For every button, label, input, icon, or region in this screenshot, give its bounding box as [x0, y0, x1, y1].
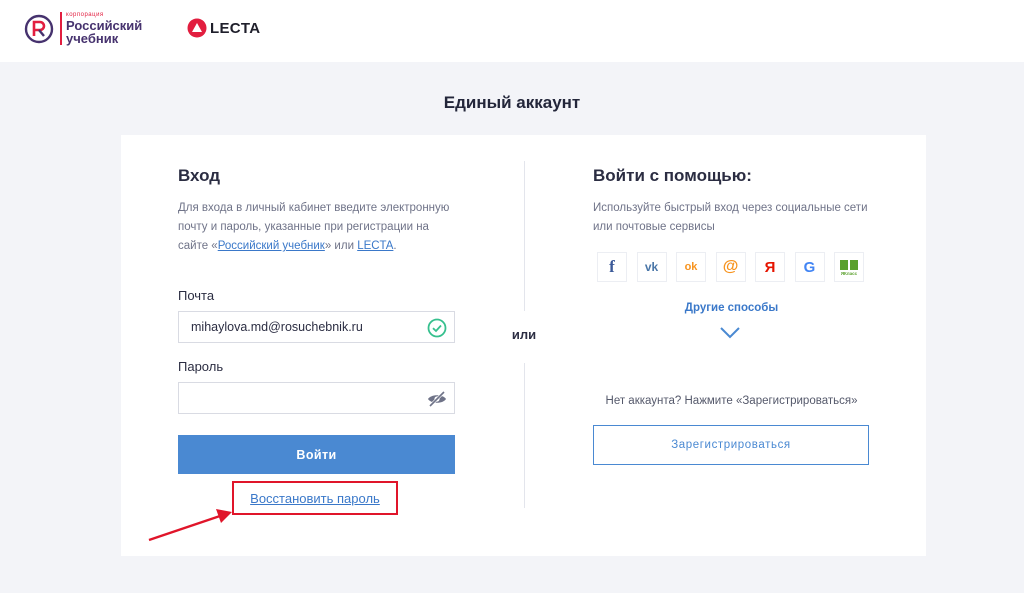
social-login-title: Войти с помощью: [593, 166, 752, 185]
lecta-logo[interactable]: LECTA [187, 18, 260, 38]
social-icons-row: f vk ok @ Я G ЯКласс [597, 252, 874, 282]
vertical-divider-top [524, 161, 525, 311]
lecta-logo-text: LECTA [210, 19, 261, 37]
mailru-button[interactable]: @ [715, 252, 746, 282]
odnoklassniki-button[interactable]: ok [676, 252, 706, 282]
lecta-link[interactable]: LECTA [357, 240, 393, 252]
rosuchebnik-logo[interactable]: корпорация Российский учебник [24, 12, 142, 45]
page-title: Единый аккаунт [443, 93, 581, 112]
rosuchebnik-logo-icon [24, 14, 54, 43]
login-description-text-middle: » или [324, 240, 358, 252]
email-field[interactable] [179, 312, 409, 342]
vk-icon: vk [644, 260, 659, 274]
password-field[interactable] [179, 383, 409, 413]
eye-hidden-icon[interactable] [426, 388, 448, 410]
no-account-text: Нет аккаунта? Нажмите «Зарегистрироватьс… [605, 395, 858, 407]
restore-password-link[interactable]: Восстановить пароль [250, 491, 380, 506]
check-circle-icon [427, 318, 447, 338]
password-field-wrapper [178, 382, 455, 414]
lecta-logo-icon [187, 18, 207, 38]
yaklass-book-icon [840, 259, 858, 270]
yaklass-icon: ЯКласс [840, 270, 858, 276]
or-separator: или [511, 327, 537, 342]
login-description-text-end: . [393, 240, 397, 252]
password-label: Пароль [178, 359, 224, 374]
other-methods-link[interactable]: Другие способы [593, 302, 870, 314]
google-icon: G [803, 258, 816, 276]
email-label: Почта [178, 288, 215, 303]
logo-line-2: учебник [66, 31, 119, 46]
yandex-icon: Я [764, 258, 776, 276]
login-button[interactable]: Войти [178, 435, 455, 474]
vk-button[interactable]: vk [636, 252, 667, 282]
google-button[interactable]: G [794, 252, 825, 282]
red-arrow-annotation [148, 509, 232, 542]
top-bar: корпорация Российский учебник LECTA [0, 0, 1024, 62]
auth-card: Вход Для входа в личный кабинет введите … [121, 135, 926, 556]
odnoklassniki-icon: ok [684, 261, 698, 273]
vertical-divider-bottom [524, 363, 525, 508]
social-login-description: Используйте быстрый вход через социальны… [593, 202, 868, 233]
mailru-icon: @ [722, 258, 739, 275]
login-title: Вход [178, 166, 221, 185]
register-button[interactable]: Зарегистрироваться [593, 425, 869, 465]
login-description: Для входа в личный кабинет введите элект… [178, 199, 455, 256]
yandex-button[interactable]: Я [755, 252, 785, 282]
facebook-icon: f [609, 257, 615, 276]
email-field-wrapper [178, 311, 455, 343]
restore-password-highlight: Восстановить пароль [232, 481, 398, 515]
chevron-down-icon[interactable] [719, 326, 741, 340]
rosuchebnik-logo-text: корпорация Российский учебник [60, 12, 142, 45]
yaklass-button[interactable]: ЯКласс [834, 252, 864, 282]
rosuchebnik-link[interactable]: Российский учебник [218, 240, 325, 252]
facebook-button[interactable]: f [597, 252, 627, 282]
